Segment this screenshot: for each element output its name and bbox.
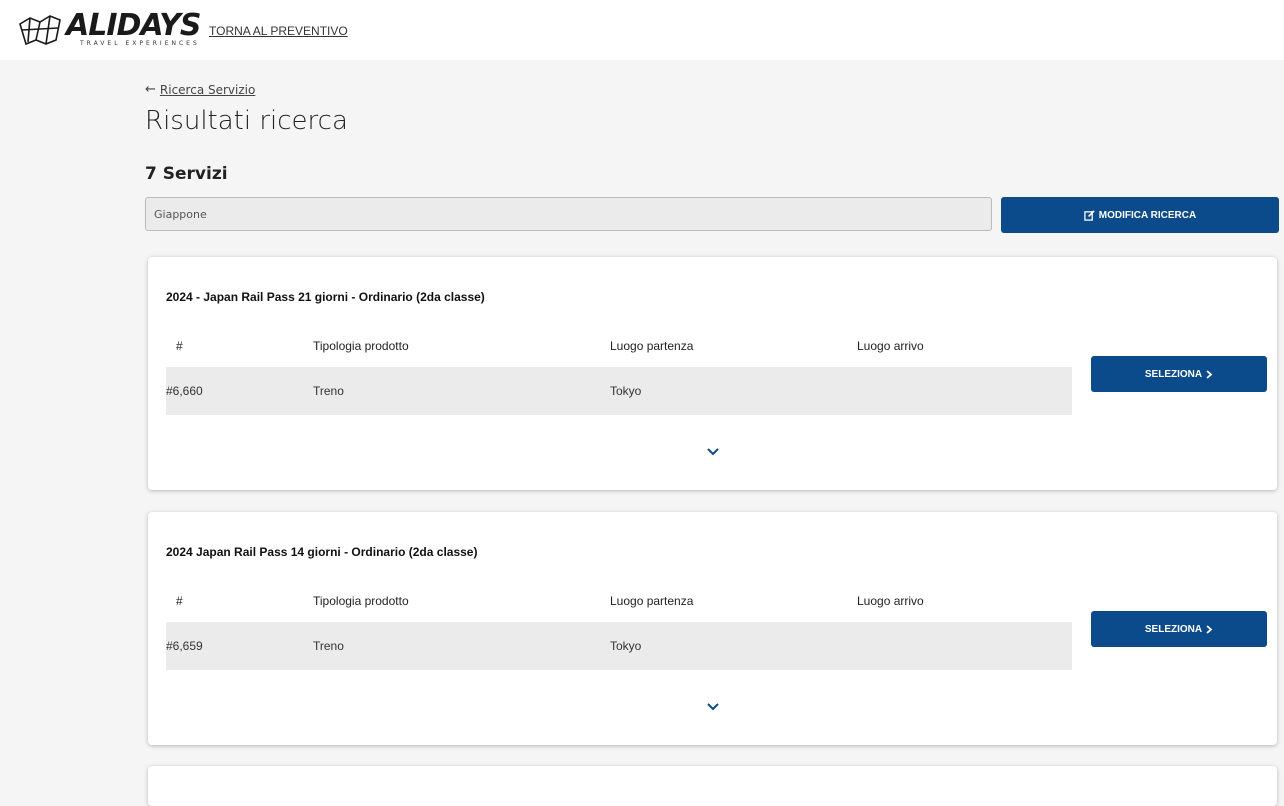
- logo-word: ALIDAYS: [66, 8, 202, 43]
- column-header-type: Tipologia prodotto: [313, 339, 409, 353]
- back-to-quote-link[interactable]: TORNA AL PREVENTIVO: [209, 24, 348, 38]
- result-departure: Tokyo: [610, 639, 642, 653]
- chevron-down-icon[interactable]: [705, 446, 721, 458]
- result-id: #6,659: [166, 639, 203, 653]
- logo-text: ALIDAYS TRAVEL EXPERIENCES: [66, 8, 202, 48]
- page-title: Risultati ricerca: [145, 106, 348, 136]
- select-button[interactable]: SELEZIONA: [1091, 356, 1267, 392]
- result-type: Treno: [313, 639, 344, 653]
- modify-search-label: MODIFICA RICERCA: [1098, 209, 1197, 221]
- column-header-id: #: [176, 339, 183, 353]
- result-title: 2024 Japan Rail Pass 14 giorni - Ordinar…: [166, 545, 478, 559]
- modify-search-button[interactable]: MODIFICA RICERCA: [1001, 197, 1279, 233]
- select-button[interactable]: SELEZIONA: [1091, 611, 1267, 647]
- top-bar: ALIDAYS TRAVEL EXPERIENCES TORNA AL PREV…: [0, 0, 1284, 60]
- chevron-down-icon[interactable]: [705, 701, 721, 713]
- alidays-logo[interactable]: ALIDAYS TRAVEL EXPERIENCES: [16, 8, 202, 52]
- column-header-id: #: [176, 594, 183, 608]
- breadcrumb-search-link[interactable]: Ricerca Servizio: [160, 83, 255, 97]
- result-title: 2024 - Japan Rail Pass 21 giorni - Ordin…: [166, 290, 485, 304]
- result-type: Treno: [313, 384, 344, 398]
- result-card: [148, 766, 1277, 806]
- select-label: SELEZIONA: [1144, 368, 1203, 380]
- column-header-arrival: Luogo arrivo: [857, 339, 924, 353]
- results-count-label: Servizi: [162, 164, 228, 184]
- select-label: SELEZIONA: [1144, 623, 1203, 635]
- column-header-departure: Luogo partenza: [610, 594, 694, 608]
- column-header-type: Tipologia prodotto: [313, 594, 409, 608]
- results-count-number: 7: [145, 164, 157, 184]
- logo-map-icon: [19, 15, 61, 46]
- logo-tagline: TRAVEL EXPERIENCES: [80, 40, 200, 47]
- result-card: 2024 Japan Rail Pass 14 giorni - Ordinar…: [148, 512, 1277, 745]
- search-input[interactable]: [145, 197, 992, 231]
- result-id: #6,660: [166, 384, 203, 398]
- edit-icon: [1084, 209, 1095, 221]
- arrow-left-icon[interactable]: ←: [145, 82, 156, 97]
- results-count: 7 Servizi: [145, 164, 228, 184]
- breadcrumb: ← Ricerca Servizio: [145, 82, 255, 97]
- table-row: #6,659 Treno Tokyo: [166, 622, 1072, 670]
- chevron-right-icon: [1206, 369, 1213, 379]
- chevron-right-icon: [1206, 624, 1213, 634]
- result-departure: Tokyo: [610, 384, 642, 398]
- column-header-departure: Luogo partenza: [610, 339, 694, 353]
- column-header-arrival: Luogo arrivo: [857, 594, 924, 608]
- result-card: 2024 - Japan Rail Pass 21 giorni - Ordin…: [148, 257, 1277, 490]
- table-row: #6,660 Treno Tokyo: [166, 367, 1072, 415]
